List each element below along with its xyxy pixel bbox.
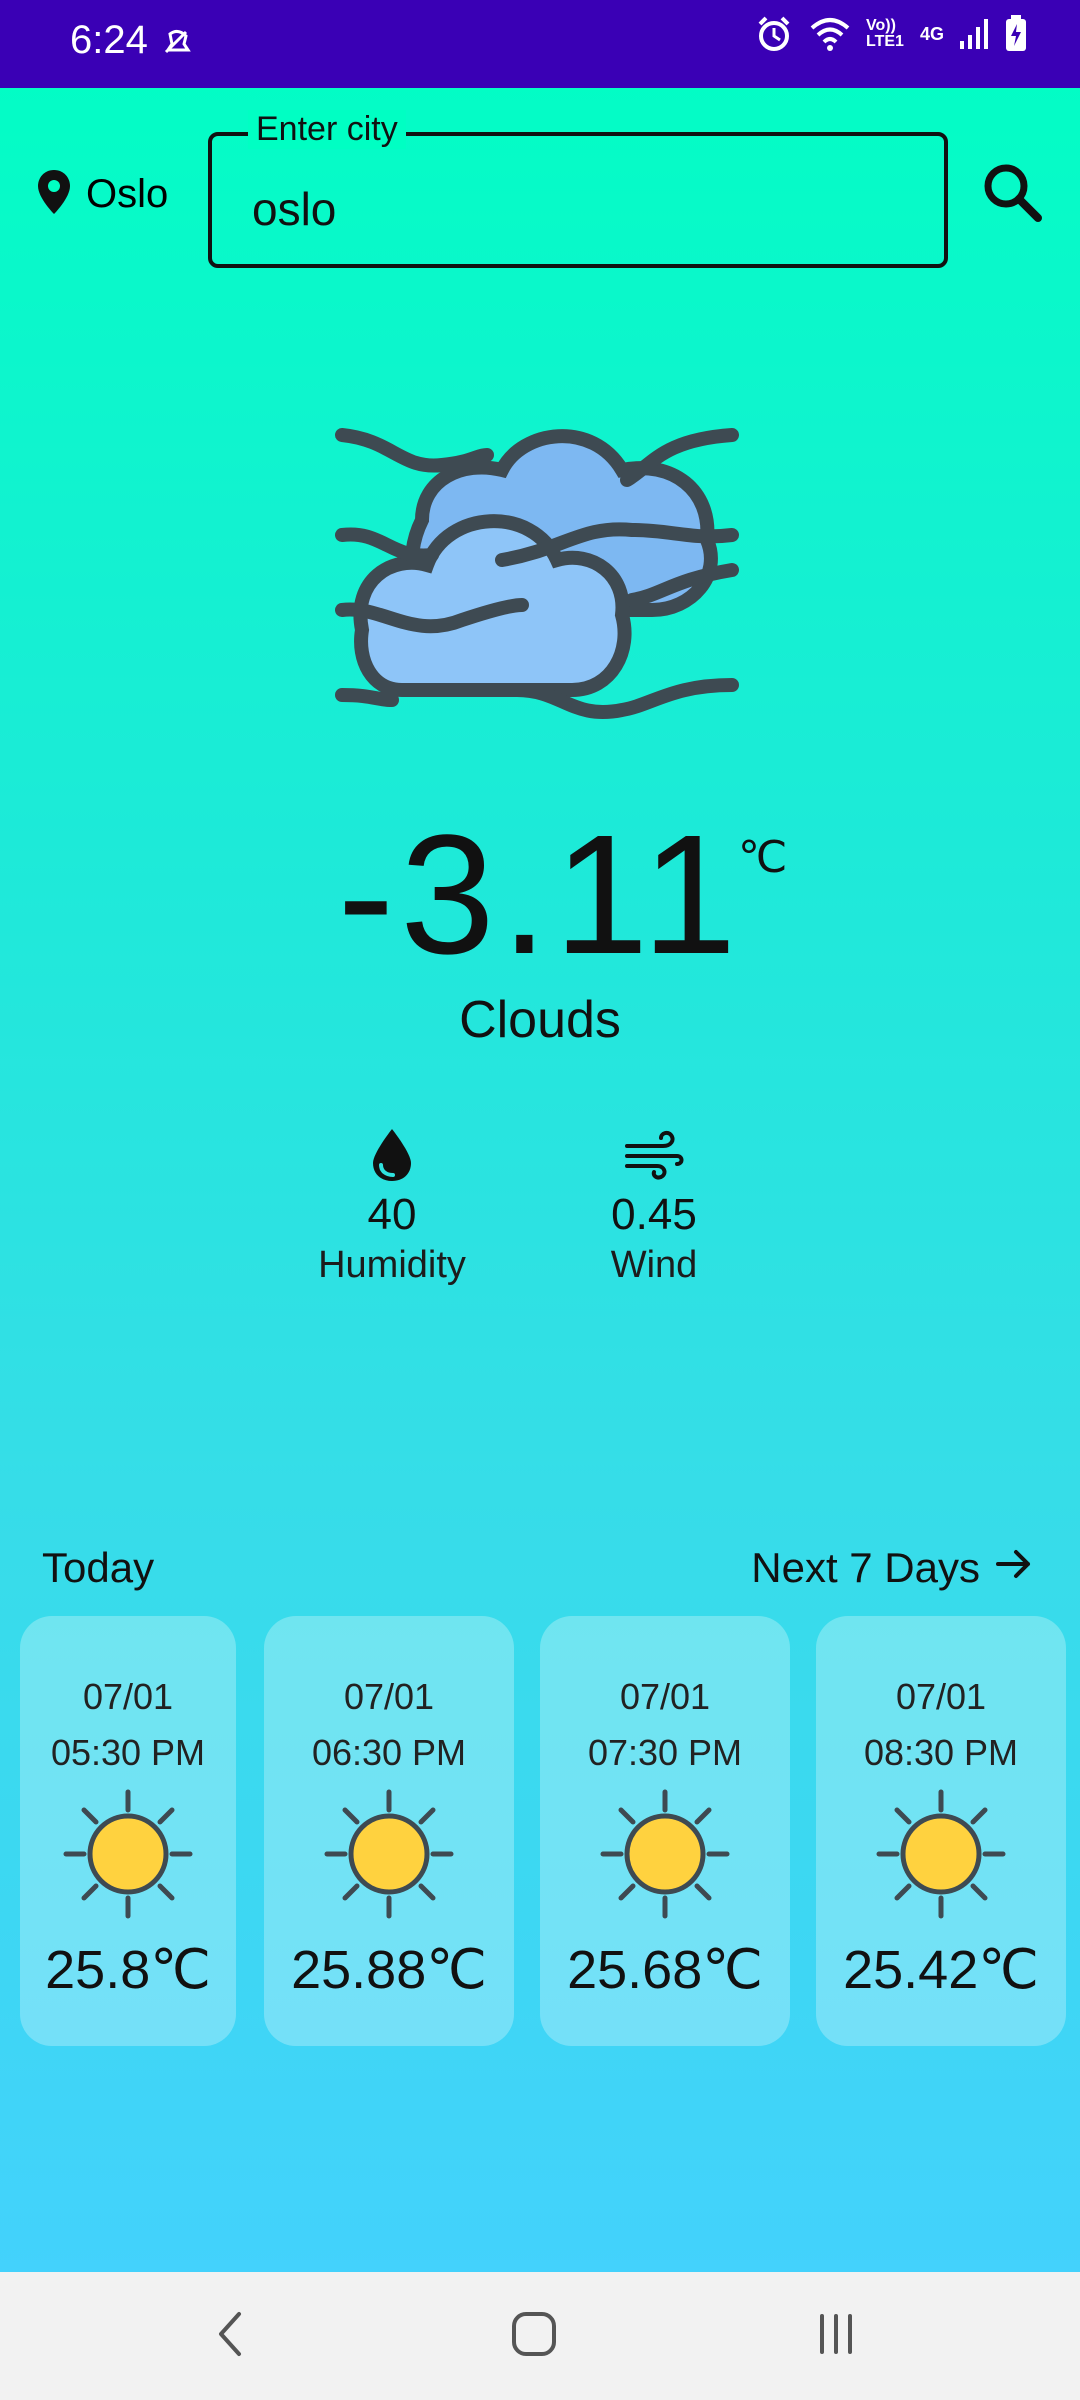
- temperature-unit: ℃: [738, 833, 788, 882]
- forecast-card[interactable]: 07/01 08:30 PM 25.42℃: [816, 1616, 1066, 2046]
- sun-icon: [540, 1788, 790, 1920]
- forecast-time: 08:30 PM: [863, 1732, 1019, 1773]
- forecast-card[interactable]: 07/01 07:30 PM 25.68℃: [540, 1616, 790, 2046]
- recent-apps-button[interactable]: [806, 2306, 866, 2366]
- search-icon: [980, 164, 1044, 228]
- volte-label: Vo)) LTE1: [865, 17, 904, 50]
- next-7-days-label: Next 7 Days: [751, 1544, 980, 1591]
- next-7-days-link[interactable]: Next 7 Days: [751, 1544, 1034, 1592]
- wifi-icon: [808, 14, 852, 54]
- forecast-time: 06:30 PM: [311, 1732, 467, 1773]
- forecast-temperature: 25.88℃: [291, 1940, 487, 2000]
- forecast-date: 07/01: [895, 1676, 987, 1717]
- arrow-right-icon: [994, 1544, 1034, 1592]
- signal-icon: [958, 17, 990, 51]
- current-location[interactable]: Oslo: [36, 168, 168, 221]
- status-bar: 6:24 Vo)) LTE1 4G: [0, 0, 1080, 88]
- sun-icon: [20, 1788, 236, 1920]
- forecast-card[interactable]: 07/01 06:30 PM 25.88℃: [264, 1616, 514, 2046]
- city-search-input[interactable]: [252, 182, 892, 236]
- humidity-label: Humidity: [318, 1244, 466, 1286]
- battery-icon: [1004, 15, 1028, 53]
- temperature-value: -3.11: [337, 800, 743, 990]
- weather-condition: Clouds: [459, 991, 621, 1049]
- city-search-field[interactable]: Enter city: [208, 110, 948, 268]
- today-label: Today: [42, 1544, 155, 1591]
- sun-icon: [816, 1788, 1066, 1920]
- cloudy-wind-weather-icon: [332, 400, 748, 720]
- location-pin-icon: [36, 168, 72, 221]
- wind-label: Wind: [610, 1244, 698, 1286]
- recent-apps-icon: [816, 2312, 856, 2361]
- forecast-card[interactable]: 07/01 05:30 PM 25.8℃: [20, 1616, 236, 2046]
- alarm-icon: [754, 14, 794, 54]
- wind-icon: [544, 1126, 764, 1184]
- hourly-forecast-list[interactable]: 07/01 05:30 PM 25.8℃ 07/01 06:30 PM 25.8…: [20, 1616, 1080, 2046]
- forecast-temperature: 25.42℃: [843, 1940, 1039, 2000]
- status-time: 6:24: [70, 18, 148, 62]
- forecast-date: 07/01: [82, 1676, 174, 1717]
- forecast-time: 05:30 PM: [50, 1732, 206, 1773]
- water-drop-icon: [282, 1126, 502, 1184]
- search-button[interactable]: [980, 160, 1044, 224]
- location-name: Oslo: [86, 172, 169, 216]
- sun-icon: [264, 1788, 514, 1920]
- forecast-date: 07/01: [343, 1676, 435, 1717]
- back-icon: [215, 2310, 245, 2363]
- forecast-date: 07/01: [619, 1676, 711, 1717]
- home-button[interactable]: [504, 2306, 564, 2366]
- temperature-display: -3.11: [0, 810, 1080, 980]
- mute-icon: [158, 24, 196, 67]
- system-navigation-bar: [0, 2272, 1080, 2400]
- wind-value: 0.45: [611, 1190, 697, 1239]
- wind-metric: 0.45 Wind: [544, 1126, 764, 1287]
- forecast-temperature: 25.68℃: [567, 1940, 763, 2000]
- network-type-label: 4G: [919, 23, 944, 44]
- forecast-temperature: 25.8℃: [45, 1940, 211, 2000]
- humidity-metric: 40 Humidity: [282, 1126, 502, 1287]
- city-search-label: Enter city: [248, 110, 406, 149]
- home-icon: [511, 2311, 557, 2362]
- humidity-value: 40: [367, 1190, 417, 1239]
- back-button[interactable]: [200, 2306, 260, 2366]
- forecast-time: 07:30 PM: [587, 1732, 743, 1773]
